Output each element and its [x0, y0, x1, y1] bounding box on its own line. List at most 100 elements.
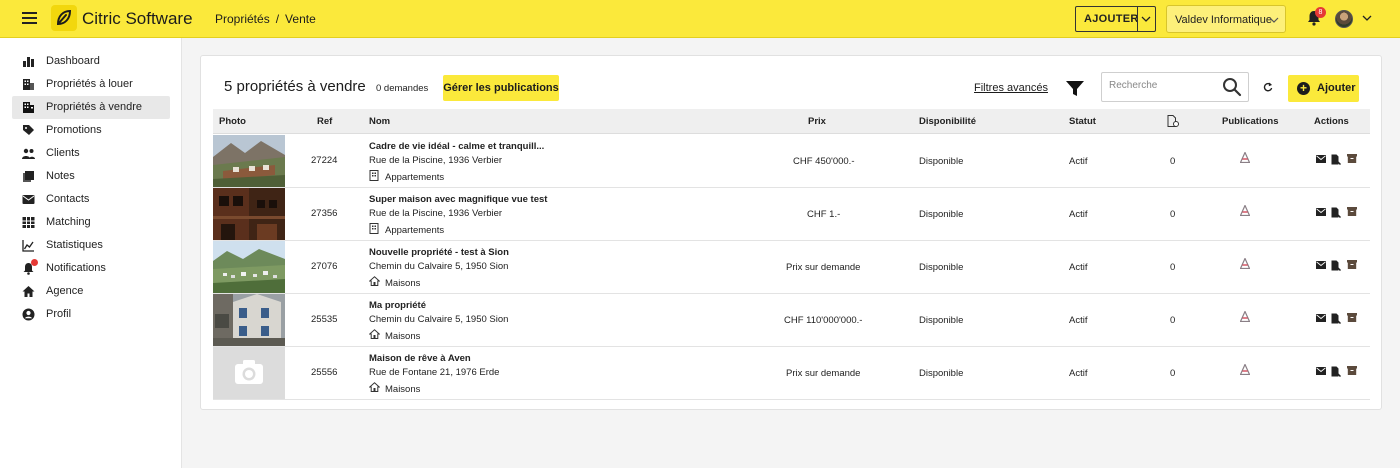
- email-icon[interactable]: [1316, 155, 1326, 163]
- column-header-ref[interactable]: Ref: [317, 116, 332, 127]
- table-row[interactable]: 27224 Cadre de vie idéal - calme et tran…: [213, 135, 1370, 188]
- camera-placeholder-icon: [213, 347, 285, 399]
- property-title[interactable]: Super maison avec magnifique vue test: [369, 194, 547, 205]
- property-title[interactable]: Nouvelle propriété - test à Sion: [369, 247, 509, 258]
- archive-icon[interactable]: [1347, 366, 1357, 375]
- bar-chart-icon: [23, 57, 34, 67]
- property-photo[interactable]: [213, 241, 285, 293]
- archive-icon[interactable]: [1347, 207, 1357, 216]
- property-status: Actif: [1069, 315, 1088, 326]
- property-title[interactable]: Maison de rêve à Aven: [369, 353, 471, 364]
- property-address: Chemin du Calvaire 5, 1950 Sion: [369, 314, 509, 325]
- archive-icon[interactable]: [1347, 313, 1357, 322]
- sidebar-item-statistiques[interactable]: Statistiques: [12, 234, 170, 257]
- email-icon[interactable]: [1316, 208, 1326, 216]
- property-photo[interactable]: [213, 347, 285, 399]
- table-row[interactable]: 27356 Super maison avec magnifique vue t…: [213, 188, 1370, 241]
- breadcrumb-item-vente: Vente: [285, 12, 316, 26]
- manage-publications-button[interactable]: Gérer les publications: [443, 75, 559, 101]
- table-row[interactable]: 25556 Maison de rêve à Aven Rue de Fonta…: [213, 347, 1370, 400]
- property-address: Rue de Fontane 21, 1976 Erde: [369, 367, 500, 378]
- publication-platform-icon[interactable]: [1240, 311, 1250, 322]
- agency-select-value: Valdev Informatique: [1175, 14, 1273, 26]
- archive-icon[interactable]: [1347, 260, 1357, 269]
- sidebar-item-profil[interactable]: Profil: [12, 303, 170, 326]
- search-icon[interactable]: [1222, 77, 1242, 97]
- sidebar-item-label: Profil: [46, 308, 72, 320]
- column-header-prix[interactable]: Prix: [808, 116, 826, 127]
- add-property-button[interactable]: + Ajouter: [1288, 75, 1359, 102]
- column-header-disponibilite[interactable]: Disponibilité: [919, 116, 976, 127]
- table-row[interactable]: 27076 Nouvelle propriété - test à Sion C…: [213, 241, 1370, 294]
- property-type: Maisons: [385, 331, 421, 342]
- property-price: CHF 450'000.-: [793, 156, 855, 167]
- sidebar-item-label: Notifications: [46, 262, 106, 274]
- property-count: 0: [1170, 156, 1176, 167]
- table-row[interactable]: 25535 Ma propriété Chemin du Calvaire 5,…: [213, 294, 1370, 347]
- sidebar-item-label: Promotions: [46, 124, 102, 136]
- sidebar-item-matching[interactable]: Matching: [12, 211, 170, 234]
- property-ref: 25535: [311, 314, 338, 325]
- publication-platform-icon[interactable]: [1240, 205, 1250, 216]
- refresh-icon[interactable]: [1263, 82, 1273, 92]
- document-edit-icon[interactable]: [1331, 313, 1341, 324]
- column-header-nom[interactable]: Nom: [369, 116, 390, 127]
- email-icon[interactable]: [1316, 261, 1326, 269]
- brand-name[interactable]: Citric Software: [82, 9, 193, 29]
- search-input[interactable]: [1109, 80, 1219, 91]
- property-type: Maisons: [385, 384, 421, 395]
- archive-icon[interactable]: [1347, 154, 1357, 163]
- sidebar-item-notifications[interactable]: Notifications: [12, 257, 170, 280]
- chevron-down-icon[interactable]: [1362, 15, 1372, 22]
- chevron-down-icon[interactable]: [1141, 16, 1151, 23]
- breadcrumb-item-proprietes[interactable]: Propriétés: [215, 12, 270, 26]
- property-photo[interactable]: [213, 294, 285, 346]
- sidebar-item-proprietes-vendre[interactable]: Propriétés à vendre: [12, 96, 170, 119]
- publication-platform-icon[interactable]: [1240, 364, 1250, 375]
- sidebar-item-clients[interactable]: Clients: [12, 142, 170, 165]
- sidebar-item-contacts[interactable]: Contacts: [12, 188, 170, 211]
- hamburger-menu-icon[interactable]: [22, 12, 37, 24]
- building-type-icon: [369, 170, 379, 181]
- publication-platform-icon[interactable]: [1240, 258, 1250, 269]
- property-ref: 27224: [311, 155, 338, 166]
- sidebar-item-label: Propriétés à vendre: [46, 101, 142, 113]
- document-edit-icon[interactable]: [1331, 366, 1341, 377]
- email-icon[interactable]: [1316, 367, 1326, 375]
- property-count: 0: [1170, 209, 1176, 220]
- property-photo[interactable]: [213, 135, 285, 187]
- add-dropdown-button[interactable]: AJOUTER: [1075, 6, 1156, 32]
- property-type: Appartements: [385, 172, 445, 183]
- demandes-count: 0 demandes: [376, 83, 429, 94]
- property-status: Actif: [1069, 368, 1088, 379]
- agency-select[interactable]: Valdev Informatique: [1166, 5, 1286, 33]
- sidebar-item-notes[interactable]: Notes: [12, 165, 170, 188]
- avatar[interactable]: [1335, 10, 1353, 28]
- breadcrumb-separator: /: [275, 12, 280, 26]
- publication-platform-icon[interactable]: [1240, 152, 1250, 163]
- sidebar-item-label: Matching: [46, 216, 91, 228]
- property-price: Prix sur demande: [786, 368, 861, 379]
- property-availability: Disponible: [919, 315, 964, 326]
- filter-icon[interactable]: [1066, 81, 1084, 97]
- document-edit-icon[interactable]: [1331, 154, 1341, 165]
- sidebar-item-agence[interactable]: Agence: [12, 280, 170, 303]
- sidebar-item-label: Dashboard: [46, 55, 100, 67]
- sidebar-item-label: Propriétés à louer: [46, 78, 133, 90]
- document-edit-icon[interactable]: [1331, 260, 1341, 271]
- property-ref: 27356: [311, 208, 338, 219]
- sidebar-item-promotions[interactable]: Promotions: [12, 119, 170, 142]
- property-address: Rue de la Piscine, 1936 Verbier: [369, 155, 503, 166]
- document-edit-icon[interactable]: [1331, 207, 1341, 218]
- property-title[interactable]: Cadre de vie idéal - calme et tranquill.…: [369, 141, 544, 152]
- building-icon: [23, 102, 34, 113]
- breadcrumb: Propriétés / Vente: [215, 12, 316, 26]
- email-icon[interactable]: [1316, 314, 1326, 322]
- column-header-statut[interactable]: Statut: [1069, 116, 1096, 127]
- property-photo[interactable]: [213, 188, 285, 240]
- property-title[interactable]: Ma propriété: [369, 300, 426, 311]
- advanced-filters-link[interactable]: Filtres avancés: [974, 82, 1048, 94]
- sidebar-item-dashboard[interactable]: Dashboard: [12, 50, 170, 73]
- sidebar-item-proprietes-louer[interactable]: Propriétés à louer: [12, 73, 170, 96]
- property-count: 0: [1170, 262, 1176, 273]
